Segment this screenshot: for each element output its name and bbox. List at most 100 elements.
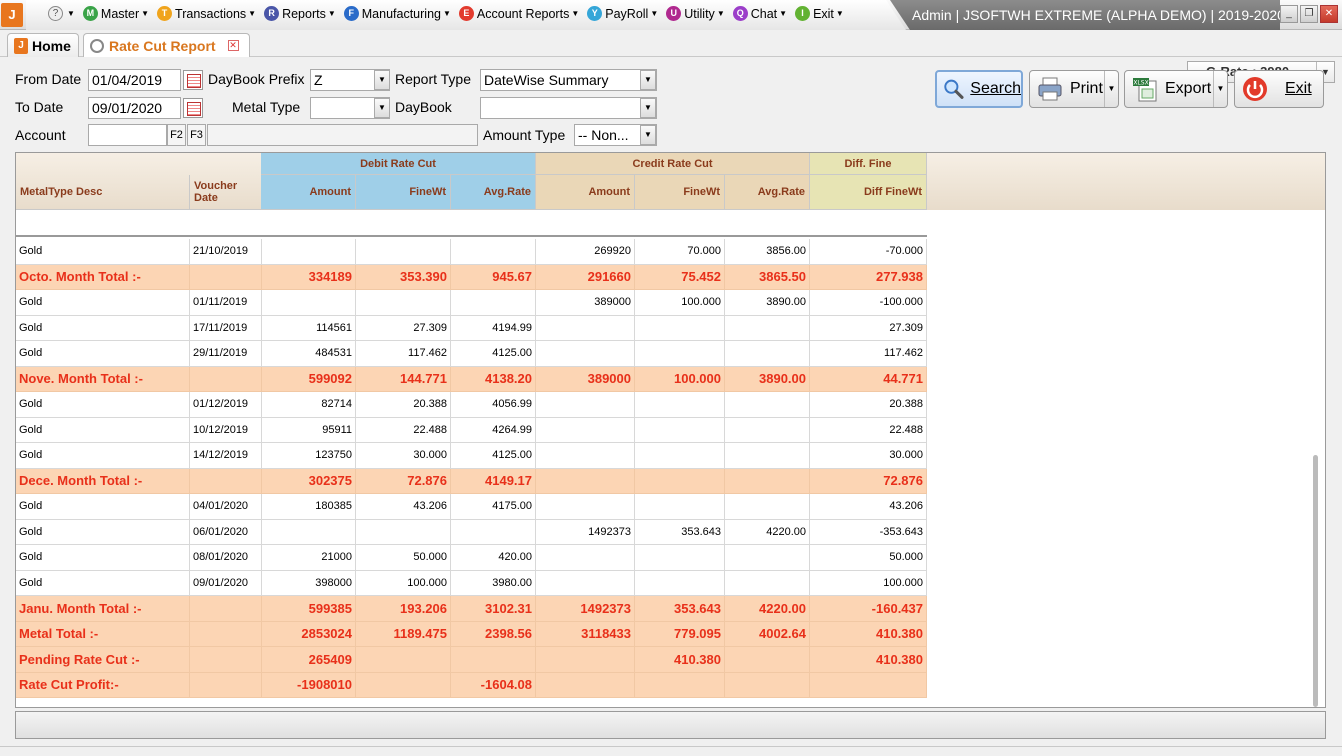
table-cell: -70.000 [810,239,927,265]
restore-button[interactable]: ❐ [1300,5,1318,23]
menu-icon: F [343,6,359,21]
total-row[interactable]: Janu. Month Total :- 599385 193.206 3102.31… [16,596,927,622]
chevron-down-icon[interactable]: ▼ [374,98,390,118]
printer-icon [1038,77,1062,101]
daybook-select[interactable] [480,97,657,119]
column-header[interactable]: Avg.Rate [451,175,536,210]
table-row[interactable]: Gold 21/10/2019 269920 70.000 3856.00 -70.000 [16,239,927,265]
total-row[interactable]: Octo. Month Total :- 334189 353.390 945.67 2… [16,264,927,290]
table-cell: 3980.00 [451,570,536,596]
table-cell: Octo. Month Total :- [16,264,190,290]
column-header[interactable]: MetalType Desc [16,175,190,210]
table-cell: 3890.00 [725,366,810,392]
from-date-input[interactable]: 01/04/2019 [88,69,181,91]
table-cell: 389000 [536,366,635,392]
table-cell [261,239,356,265]
column-header[interactable]: Avg.Rate [725,175,810,210]
column-header[interactable]: Diff FineWt [810,175,927,210]
table-cell [536,494,635,520]
scrollbar-thumb[interactable] [1313,455,1318,707]
chevron-down-icon[interactable]: ▼ [1104,71,1118,107]
table-cell: 1492373 [536,519,635,545]
exit-button[interactable]: Exit [1234,70,1324,108]
total-row[interactable]: Rate Cut Profit:- -1908010 -1604.08 [16,672,927,698]
tab-close-icon[interactable]: ✕ [227,40,239,51]
menu-master[interactable]: M Master ▼ [82,6,149,21]
table-cell [725,570,810,596]
table-row[interactable]: Gold 08/01/2020 21000 50.000 420.00 50.000 [16,545,927,571]
column-header[interactable]: Voucher Date [190,175,262,210]
table-row[interactable]: Gold 10/12/2019 95911 22.488 4264.99 22.488 [16,417,927,443]
table-cell: Gold [16,239,190,265]
table-cell [261,519,356,545]
total-row[interactable]: Pending Rate Cut :- 265409 410.380 410.380 [16,647,927,673]
account-input[interactable] [88,124,167,146]
table-row[interactable]: Gold 04/01/2020 180385 43.206 4175.00 43.206 [16,494,927,520]
column-header[interactable]: FineWt [635,175,725,210]
chevron-down-icon[interactable]: ▼ [640,70,656,90]
table-cell [356,647,451,673]
total-row[interactable]: Metal Total :- 2853024 1189.475 2398.56 3118… [16,621,927,647]
table-row[interactable]: Gold 14/12/2019 123750 30.000 4125.00 30.000 [16,443,927,469]
table-row[interactable]: Gold 09/01/2020 398000 100.000 3980.00 100.00… [16,570,927,596]
table-cell: 599385 [261,596,356,622]
metal-type-label: Metal Type [232,99,301,115]
menu-exit[interactable]: I Exit ▼ [795,6,844,21]
menu-reports[interactable]: R Reports ▼ [264,6,336,21]
report-type-select[interactable]: DateWise Summary [480,69,657,91]
chevron-down-icon[interactable]: ▼ [640,125,656,145]
table-cell: 2398.56 [451,621,536,647]
tab-rate-cut-report[interactable]: Rate Cut Report ✕ [83,33,250,57]
table-row[interactable]: Gold 29/11/2019 484531 117.462 4125.00 117.46… [16,341,927,367]
chevron-down-icon[interactable]: ▼ [1213,71,1227,107]
table-row[interactable]: Gold 06/01/2020 1492373 353.643 4220.00 -353.… [16,519,927,545]
column-header[interactable]: Amount [261,175,356,210]
table-cell [261,290,356,316]
menu-icon: Y [587,6,603,21]
print-button[interactable]: Print ▼ [1029,70,1119,108]
table-cell: 398000 [261,570,356,596]
table-cell: 3118433 [536,621,635,647]
calendar-icon[interactable] [183,98,203,118]
menu-utility[interactable]: U Utility ▼ [666,6,725,21]
table-cell: 193.206 [356,596,451,622]
app-logo: J [1,3,23,27]
menu-payroll[interactable]: Y PayRoll ▼ [587,6,658,21]
table-cell: 180385 [261,494,356,520]
table-cell: 22.488 [356,417,451,443]
menu-chat[interactable]: Q Chat ▼ [732,6,787,21]
close-button[interactable]: ✕ [1320,5,1338,23]
search-button[interactable]: Search [935,70,1023,108]
table-row[interactable]: Gold 17/11/2019 114561 27.309 4194.99 27.309 [16,315,927,341]
menu-transactions[interactable]: T Transactions ▼ [157,6,256,21]
refresh-icon [90,38,104,53]
table-cell [190,672,262,698]
table-cell: 4220.00 [725,519,810,545]
f3-button[interactable]: F3 [187,124,206,146]
table-cell: 100.000 [356,570,451,596]
table-row[interactable]: Gold 01/12/2019 82714 20.388 4056.99 20.388 [16,392,927,418]
column-header[interactable]: FineWt [356,175,451,210]
chevron-down-icon: ▼ [650,9,659,18]
column-header[interactable]: Amount [536,175,635,210]
menu-manufacturing[interactable]: F Manufacturing ▼ [343,6,451,21]
calendar-icon[interactable] [183,70,203,90]
table-cell: 353.390 [356,264,451,290]
table-cell: Gold [16,290,190,316]
total-row[interactable]: Nove. Month Total :- 599092 144.771 4138.20… [16,366,927,392]
chevron-down-icon[interactable]: ▼ [374,70,390,90]
export-button[interactable]: XLSX Export ▼ [1124,70,1228,108]
table-cell: Rate Cut Profit:- [16,672,190,698]
minimize-button[interactable]: _ [1280,5,1298,23]
tab-home[interactable]: J Home [7,33,79,57]
to-date-input[interactable]: 09/01/2020 [88,97,181,119]
table-cell: 22.488 [810,417,927,443]
table-cell: 100.000 [635,366,725,392]
f2-button[interactable]: F2 [167,124,186,146]
table-row[interactable]: Gold 01/11/2019 389000 100.000 3890.00 -100.0… [16,290,927,316]
help-menu[interactable]: ? ▼ [48,6,75,21]
to-date-label: To Date [15,99,64,115]
total-row[interactable]: Dece. Month Total :- 302375 72.876 4149.17 7… [16,468,927,494]
menu-account-reports[interactable]: E Account Reports ▼ [458,6,579,21]
chevron-down-icon[interactable]: ▼ [640,98,656,118]
